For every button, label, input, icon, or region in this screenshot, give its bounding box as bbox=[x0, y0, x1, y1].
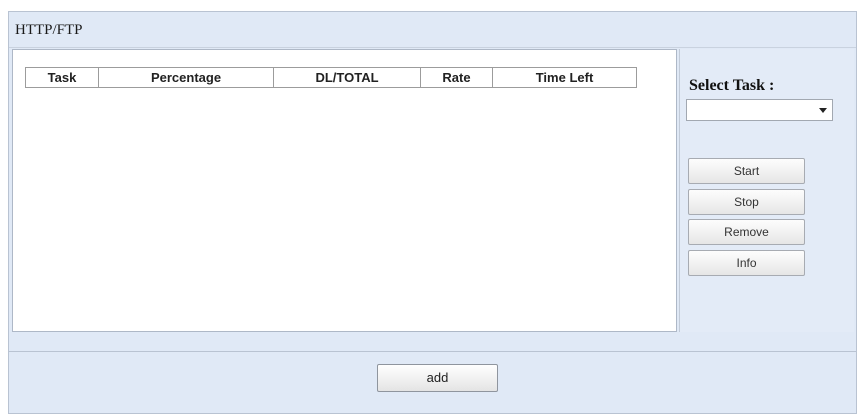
table-header-row: Task Percentage DL/TOTAL Rate Time Left bbox=[25, 67, 637, 88]
column-header-percentage: Percentage bbox=[98, 67, 274, 88]
http-ftp-panel: HTTP/FTP Task Percentage DL/TOTAL Rate T… bbox=[8, 11, 857, 352]
column-header-rate: Rate bbox=[420, 67, 493, 88]
stop-button[interactable]: Stop bbox=[688, 189, 805, 215]
chevron-down-icon bbox=[819, 108, 827, 113]
task-control-sidebar: Select Task : Start Stop Remove Info bbox=[679, 49, 854, 332]
remove-button[interactable]: Remove bbox=[688, 219, 805, 245]
column-header-time-left: Time Left bbox=[492, 67, 637, 88]
select-task-label: Select Task : bbox=[689, 77, 775, 94]
panel-title: HTTP/FTP bbox=[15, 22, 83, 38]
title-divider bbox=[9, 47, 856, 48]
column-header-dl-total: DL/TOTAL bbox=[273, 67, 421, 88]
task-table: Task Percentage DL/TOTAL Rate Time Left bbox=[25, 67, 637, 88]
info-button[interactable]: Info bbox=[688, 250, 805, 276]
task-list-area: Task Percentage DL/TOTAL Rate Time Left bbox=[12, 49, 677, 332]
select-task-dropdown[interactable] bbox=[686, 99, 833, 121]
add-button[interactable]: add bbox=[377, 364, 498, 392]
column-header-task: Task bbox=[25, 67, 99, 88]
start-button[interactable]: Start bbox=[688, 158, 805, 184]
footer-bar: add bbox=[8, 352, 857, 414]
